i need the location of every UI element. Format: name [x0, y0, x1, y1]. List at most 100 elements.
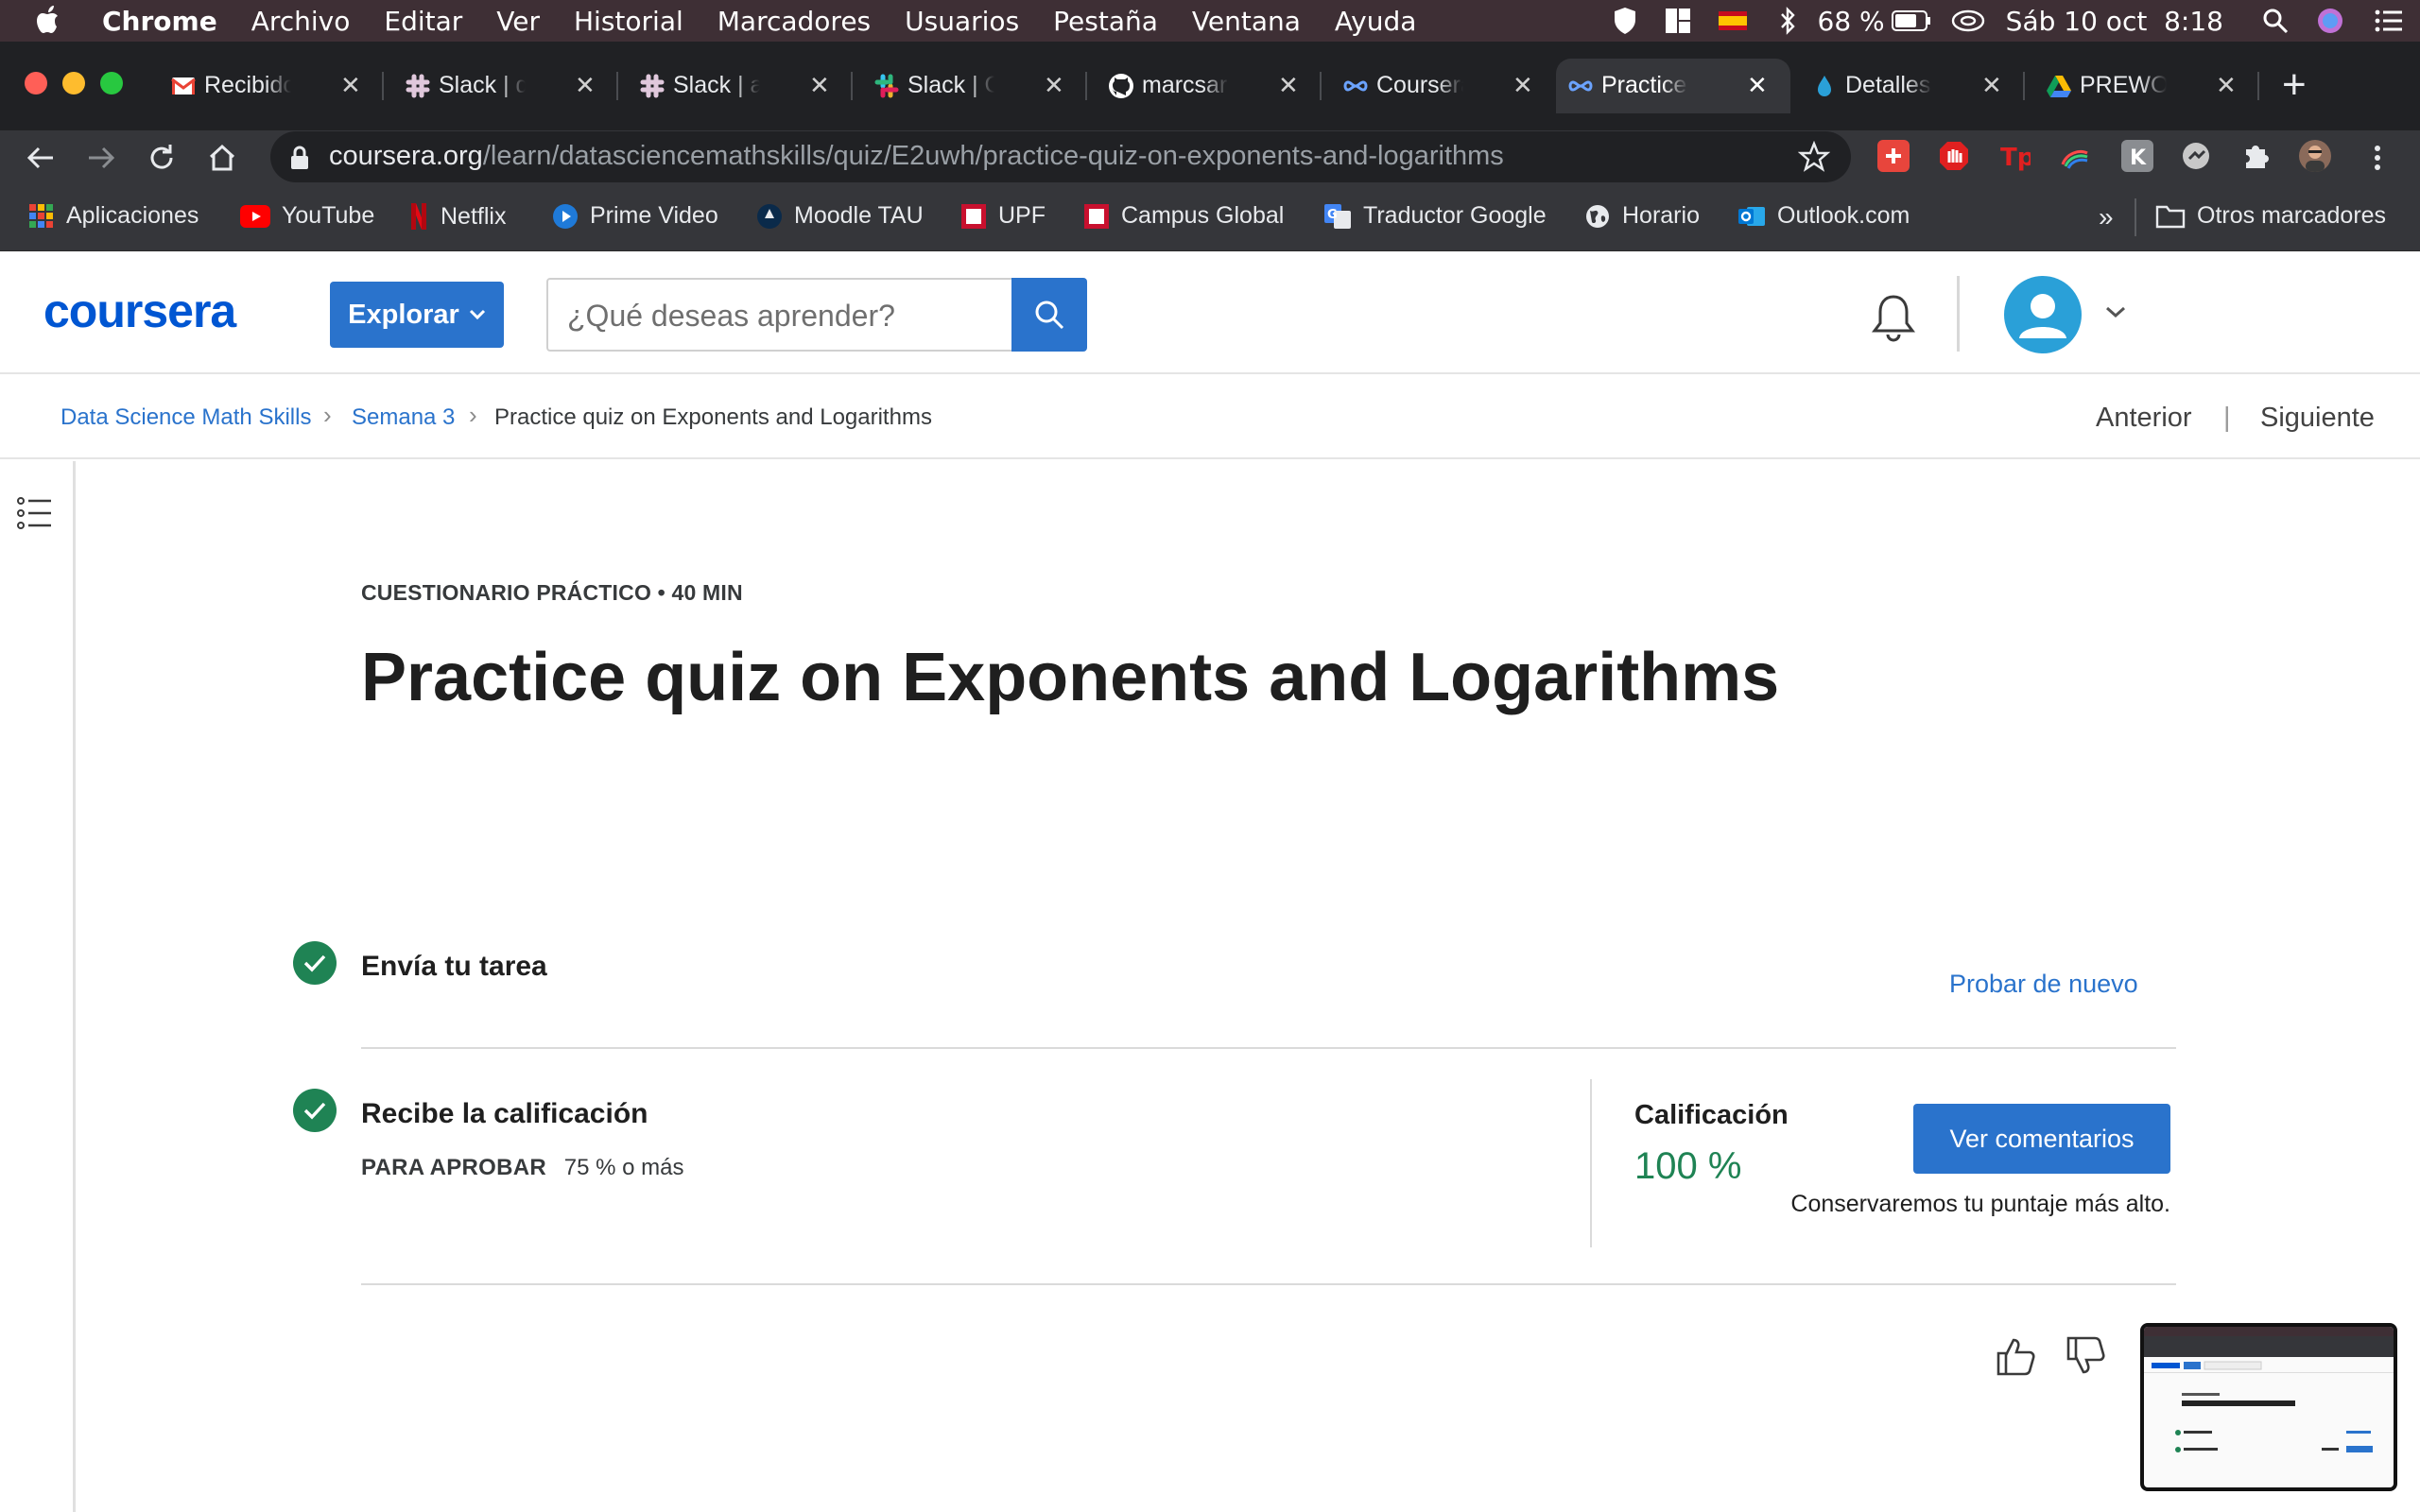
bookmark-label: Prime Video: [590, 202, 718, 229]
forward-icon[interactable]: [85, 142, 117, 174]
bookmark-label: UPF: [998, 202, 1046, 229]
chrome-menu-icon[interactable]: [2361, 142, 2394, 174]
tab-gmail[interactable]: Recibidos ✕: [159, 59, 384, 113]
tab-practice-quiz[interactable]: Practice qu ✕: [1556, 59, 1790, 113]
ext-tp-icon[interactable]: Tp: [1998, 140, 2031, 172]
tab-prework[interactable]: PREWORK ✕: [2034, 59, 2259, 113]
window-layout-icon[interactable]: [1651, 0, 1704, 42]
menubar-datetime[interactable]: Sáb 10 oct 8:18: [2006, 6, 2223, 37]
ext-circle-icon[interactable]: [2180, 140, 2212, 172]
back-icon[interactable]: [25, 142, 57, 174]
address-bar[interactable]: coursera.org/learn/datasciencemathskills…: [270, 131, 1851, 182]
close-tab-icon[interactable]: ✕: [1044, 72, 1064, 98]
url-text[interactable]: coursera.org/learn/datasciencemathskills…: [329, 141, 1504, 172]
lock-icon[interactable]: [289, 146, 310, 170]
menu-marcadores[interactable]: Marcadores: [717, 6, 871, 37]
coursera-logo[interactable]: coursera: [43, 284, 236, 338]
menu-archivo[interactable]: Archivo: [251, 6, 351, 37]
chevron-right-icon: ›: [469, 401, 477, 429]
tab-slack-1[interactable]: Slack | dat ✕: [393, 59, 618, 113]
minimize-window-button[interactable]: [62, 72, 85, 94]
siri-remote-icon[interactable]: [1938, 0, 1998, 42]
shield-icon[interactable]: [1599, 0, 1651, 42]
menu-ventana[interactable]: Ventana: [1192, 6, 1301, 37]
maximize-window-button[interactable]: [100, 72, 123, 94]
search-input[interactable]: ¿Qué deseas aprender?: [546, 278, 1011, 352]
bookmark-star-icon[interactable]: [1798, 141, 1830, 173]
page-title: Practice quiz on Exponents and Logarithm…: [361, 640, 1780, 715]
tab-separator: [2023, 72, 2025, 100]
previous-link[interactable]: Anterior: [2096, 403, 2192, 434]
ext-k-icon[interactable]: K: [2121, 140, 2153, 172]
bookmark-prime-video[interactable]: Prime Video: [552, 202, 718, 230]
battery-icon[interactable]: [1885, 0, 1938, 42]
ext-plus-icon[interactable]: [1877, 140, 1910, 172]
chevron-down-icon[interactable]: [2104, 304, 2127, 319]
menu-ver[interactable]: Ver: [496, 6, 540, 37]
thumbs-up-icon[interactable]: [1995, 1334, 2036, 1378]
tab-github[interactable]: marcsarra ✕: [1097, 59, 1322, 113]
course-outline-icon[interactable]: [17, 495, 53, 531]
coursera-header: coursera Explorar ¿Qué deseas aprender?: [0, 251, 2420, 374]
tab-coursera[interactable]: Coursera | ✕: [1331, 59, 1556, 113]
close-tab-icon[interactable]: ✕: [1747, 72, 1768, 98]
ext-adblock-icon[interactable]: [1938, 140, 1970, 172]
profile-avatar-icon[interactable]: [2299, 140, 2331, 172]
breadcrumb-week[interactable]: Semana 3: [352, 404, 455, 431]
bookmark-aplicaciones[interactable]: Aplicaciones: [28, 202, 199, 230]
close-tab-icon[interactable]: ✕: [1278, 72, 1299, 98]
reload-icon[interactable]: [146, 142, 178, 174]
breadcrumb-current: Practice quiz on Exponents and Logarithm…: [494, 404, 932, 430]
bluetooth-icon[interactable]: [1761, 0, 1814, 42]
tab-slack-2[interactable]: Slack | ann ✕: [628, 59, 853, 113]
apple-icon[interactable]: [36, 4, 62, 36]
search-button[interactable]: [1011, 278, 1087, 352]
view-feedback-button[interactable]: Ver comentarios: [1913, 1104, 2170, 1174]
close-tab-icon[interactable]: ✕: [340, 72, 361, 98]
close-tab-icon[interactable]: ✕: [1512, 72, 1533, 98]
bookmark-campus-global[interactable]: Campus Global: [1083, 202, 1284, 230]
bookmark-moodle-tau[interactable]: Moodle TAU: [756, 202, 924, 230]
close-tab-icon[interactable]: ✕: [575, 72, 596, 98]
menu-historial[interactable]: Historial: [574, 6, 683, 37]
bookmark-horario[interactable]: Horario: [1584, 202, 1700, 230]
bookmark-youtube[interactable]: YouTube: [240, 202, 374, 230]
menu-ayuda[interactable]: Ayuda: [1335, 6, 1417, 37]
user-avatar[interactable]: [2004, 276, 2082, 353]
notification-center-icon[interactable]: [2358, 0, 2420, 42]
bookmark-upf[interactable]: UPF: [960, 202, 1046, 230]
menu-pestana[interactable]: Pestaña: [1053, 6, 1158, 37]
siri-icon[interactable]: [2303, 0, 2358, 42]
spain-flag-icon[interactable]: [1704, 0, 1761, 42]
retry-link[interactable]: Probar de nuevo: [1949, 970, 2138, 999]
notifications-bell-icon[interactable]: [1870, 293, 1917, 344]
bookmark-traductor-google[interactable]: G Traductor Google: [1323, 202, 1547, 230]
bookmark-label: Campus Global: [1121, 202, 1285, 229]
new-tab-button[interactable]: +: [2282, 64, 2307, 106]
close-tab-icon[interactable]: ✕: [2216, 72, 2237, 98]
bookmark-otros-marcadores[interactable]: Otros marcadores: [2155, 202, 2386, 230]
menu-app-name[interactable]: Chrome: [102, 6, 217, 37]
bookmarks-overflow-button[interactable]: »: [2099, 202, 2114, 232]
next-link[interactable]: Siguiente: [2260, 403, 2375, 434]
screenshot-thumbnail-preview[interactable]: [2140, 1323, 2397, 1491]
chevron-down-icon: [469, 309, 485, 320]
close-window-button[interactable]: [25, 72, 47, 94]
tab-slack-3[interactable]: Slack | Ge ✕: [862, 59, 1087, 113]
menu-usuarios[interactable]: Usuarios: [905, 6, 1019, 37]
explore-button[interactable]: Explorar: [330, 282, 504, 348]
spotlight-search-icon[interactable]: [2248, 0, 2303, 42]
bookmark-outlook[interactable]: Outlook.com: [1737, 202, 1910, 230]
home-icon[interactable]: [206, 142, 238, 174]
extensions-puzzle-icon[interactable]: [2240, 140, 2273, 172]
menu-editar[interactable]: Editar: [384, 6, 462, 37]
slack-icon: [874, 74, 899, 98]
tab-detalles[interactable]: Detalles de ✕: [1800, 59, 2025, 113]
breadcrumb-course[interactable]: Data Science Math Skills: [60, 404, 311, 431]
close-tab-icon[interactable]: ✕: [1981, 72, 2002, 98]
thumbs-down-icon[interactable]: [2065, 1334, 2106, 1378]
ext-rainbow-icon[interactable]: [2059, 140, 2091, 172]
close-tab-icon[interactable]: ✕: [809, 72, 830, 98]
bookmark-netflix[interactable]: Netflix: [408, 202, 506, 231]
bookmarks-bar: Aplicaciones YouTube Netflix Prime Video…: [0, 183, 2420, 251]
